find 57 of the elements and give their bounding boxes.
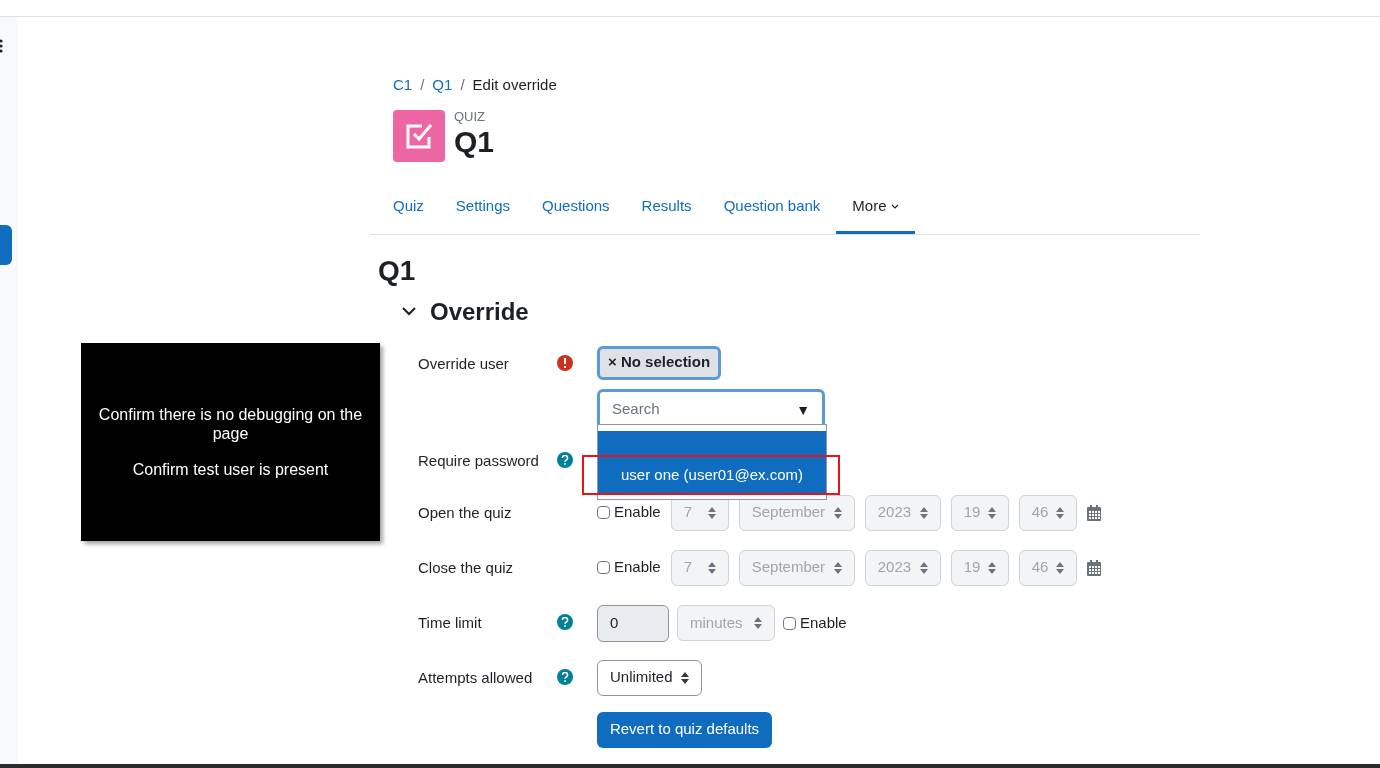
sort-arrows-icon [707, 506, 716, 519]
nav-tab[interactable]: Settings [439, 181, 527, 234]
activity-type: QUIZ [454, 110, 487, 124]
checkbox-label: Enable [614, 557, 661, 578]
breadcrumb-current: Edit override [472, 75, 557, 95]
nav-tab[interactable]: Questions [526, 181, 626, 234]
field-label: Time limit [418, 612, 483, 633]
page-heading: Q1 [377, 253, 417, 288]
breadcrumb-separator: / [420, 75, 425, 95]
checkbox[interactable] [783, 616, 796, 630]
dropdown-arrow: ▼ [796, 400, 810, 420]
field-label: Override user [418, 353, 510, 374]
calendar-icon[interactable] [1086, 504, 1101, 521]
sort-arrows-icon [833, 506, 842, 519]
sort-arrows-icon [1056, 506, 1065, 519]
sort-arrows-icon [754, 617, 762, 629]
sort-arrows-icon [988, 561, 997, 574]
activity-title: Q1 [454, 124, 495, 161]
drawer-toggle[interactable] [0, 225, 12, 265]
field-label: Open the quiz [418, 502, 513, 523]
number-input[interactable]: 0 [597, 604, 669, 642]
search-placeholder: Search [612, 399, 660, 420]
checkbox-label: Enable [614, 502, 661, 523]
help-icon[interactable] [557, 668, 573, 685]
instruction-text: Confirm test user is present [132, 460, 329, 479]
sort-arrows-icon [919, 561, 928, 574]
nav-tab[interactable]: Question bank [707, 181, 837, 234]
chevron-icon[interactable] [402, 307, 416, 316]
select-field[interactable]: Unlimited [597, 659, 702, 696]
field-label: Attempts allowed [418, 667, 534, 688]
nav-tab[interactable]: More [836, 181, 915, 234]
nav-tab[interactable]: Quiz [377, 181, 440, 234]
breadcrumb-link[interactable]: Q1 [432, 74, 453, 97]
field-label: Close the quiz [418, 557, 515, 578]
section-heading[interactable]: Override [430, 293, 529, 330]
sort-arrows-icon [681, 671, 689, 684]
instruction-text: Confirm there is no debugging on the page [97, 405, 364, 443]
checkbox[interactable] [597, 561, 610, 574]
breadcrumb-separator: / [460, 75, 465, 95]
dropdown-option[interactable]: user one (user01@ex.com) [598, 458, 826, 493]
selection-chip[interactable]: × No selection [597, 345, 722, 380]
breadcrumb-link[interactable]: C1 [393, 74, 413, 97]
help-icon[interactable] [557, 451, 573, 468]
sort-arrows-icon [919, 506, 928, 519]
help-icon[interactable] [557, 613, 573, 630]
checkbox[interactable] [597, 506, 610, 519]
calendar-icon[interactable] [1086, 559, 1101, 576]
quiz-icon [393, 109, 445, 162]
nav-tab[interactable]: Results [625, 181, 708, 234]
sort-arrows-icon [707, 561, 716, 574]
sort-arrows-icon [1056, 561, 1065, 574]
sort-arrows-icon [833, 561, 842, 574]
sort-arrows-icon [988, 506, 997, 519]
field-label: Require password [418, 450, 540, 471]
checkbox-label: Enable [800, 612, 847, 633]
kebab-menu-icon[interactable] [0, 39, 4, 53]
revert-button[interactable]: Revert to quiz defaults [597, 711, 772, 748]
